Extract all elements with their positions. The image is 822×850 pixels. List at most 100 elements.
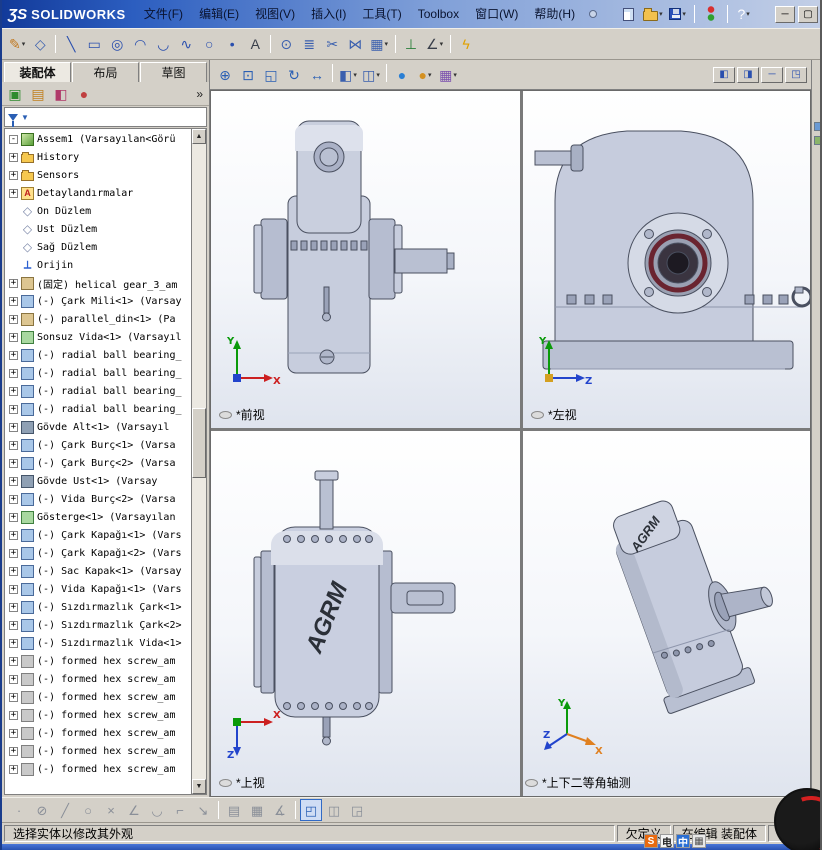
tree-item[interactable]: + (-) formed hex screw_am — [5, 670, 191, 688]
menu-item[interactable]: 视图(V) — [247, 0, 303, 28]
menu-pin-icon[interactable] — [589, 10, 598, 18]
tree-item[interactable]: + (-) Sac Kapak<1> (Varsay — [5, 562, 191, 580]
tree-item[interactable]: + (-) Vida Burç<2> (Varsa — [5, 490, 191, 508]
tree-item[interactable]: + (-) parallel_din<1> (Pa — [5, 310, 191, 328]
two-view-horizontal-button[interactable]: ◲ — [346, 799, 368, 821]
two-view-vertical-button[interactable]: ◫ — [323, 799, 345, 821]
zoom-to-area-icon[interactable]: ⊡ — [237, 64, 259, 86]
tree-item[interactable]: + (-) radial ball bearing_ — [5, 346, 191, 364]
scroll-thumb[interactable] — [192, 408, 206, 479]
expand-icon[interactable]: + — [9, 674, 18, 684]
expand-icon[interactable]: + — [9, 746, 18, 756]
expand-icon[interactable]: + — [9, 764, 18, 774]
menu-item[interactable]: 插入(I) — [303, 0, 354, 28]
tab-装配体[interactable]: 装配体 — [4, 62, 71, 82]
arc-icon[interactable]: ◡ — [146, 799, 168, 821]
tree-item[interactable]: + (-) Vida Kapağı<1> (Vars — [5, 580, 191, 598]
expand-icon[interactable]: + — [9, 692, 18, 702]
tree-item[interactable]: + (-) Çark Kapağı<1> (Vars — [5, 526, 191, 544]
tree-filter[interactable]: ▼ — [4, 107, 207, 127]
tree-item[interactable]: - Assem1 (Varsayılan<Görü — [5, 130, 191, 148]
centerpoint-arc-icon[interactable]: ◠ — [129, 33, 151, 55]
display-relations-icon[interactable]: ⊥ — [400, 33, 422, 55]
zoom-to-fit-icon[interactable]: ◱ — [260, 64, 282, 86]
tree-item[interactable]: + (-) formed hex screw_am — [5, 652, 191, 670]
tree-item[interactable]: + (-) Çark Burç<1> (Varsa — [5, 436, 191, 454]
expand-icon[interactable]: + — [9, 332, 18, 342]
tree-item[interactable]: + Gövde Üst<1> (Varsay — [5, 472, 191, 490]
view-orientation-icon[interactable]: ◧ ▾ — [337, 64, 359, 86]
ime-keyboard-icon[interactable]: ▦ — [692, 834, 706, 848]
expand-icon[interactable]: + — [9, 494, 18, 504]
tree-item[interactable]: + Sensors — [5, 166, 191, 184]
tree-item[interactable]: + (-) Sızdırmazlık Vida<1> — [5, 634, 191, 652]
erase-icon[interactable]: × — [100, 799, 122, 821]
configuration-manager-icon[interactable]: ◧ — [50, 83, 72, 105]
tree-item[interactable]: + (-) formed hex screw_am — [5, 688, 191, 706]
ruler-icon[interactable]: ▤ — [223, 799, 245, 821]
tree-item[interactable]: + (-) Sızdırmazlık Çark<1> — [5, 598, 191, 616]
expand-icon[interactable]: + — [9, 422, 18, 432]
tree-item[interactable]: +Orijin — [5, 256, 191, 274]
angle-icon[interactable]: ∠ — [123, 799, 145, 821]
viewport-isometric[interactable]: AGRM Y X Z *上下二等角轴测 — [523, 431, 810, 796]
scroll-down-button[interactable]: ▼ — [192, 779, 206, 794]
expand-icon[interactable]: + — [9, 548, 18, 558]
expand-icon[interactable]: + — [9, 152, 18, 162]
expand-icon[interactable]: + — [9, 602, 18, 612]
viewport-top[interactable]: AGRM X Z *上视 — [211, 431, 520, 796]
collapse-icon[interactable]: - — [9, 134, 18, 144]
ime-mode-icon[interactable]: 电 — [660, 834, 674, 849]
tree-item[interactable]: + (-) Çark Burç<2> (Varsa — [5, 454, 191, 472]
new-document-icon[interactable] — [617, 3, 639, 25]
expand-icon[interactable]: + — [9, 440, 18, 450]
tree-item[interactable]: + (-) Sızdırmazlık Çark<2> — [5, 616, 191, 634]
apply-scene-icon[interactable]: ● ▾ — [414, 64, 436, 86]
viewport-next-icon[interactable]: ◨ — [737, 66, 759, 83]
viewport-front[interactable]: Y X *前视 — [211, 91, 520, 428]
viewport-left[interactable]: Y Z *左视 — [523, 91, 810, 428]
expand-icon[interactable]: + — [9, 638, 18, 648]
tangent-arc-icon[interactable]: ◡ — [152, 33, 174, 55]
menu-item[interactable]: 工具(T) — [354, 0, 409, 28]
sketch-icon[interactable]: ✎ ▾ — [6, 33, 28, 55]
menu-item[interactable]: Toolbox — [410, 0, 467, 28]
tree-item[interactable]: + (-) radial ball bearing_ — [5, 400, 191, 418]
trim-entities-icon[interactable]: ✂ — [321, 33, 343, 55]
convert-entities-icon[interactable]: ⊙ — [275, 33, 297, 55]
scroll-up-button[interactable]: ▲ — [192, 129, 206, 144]
expand-icon[interactable]: + — [9, 188, 18, 198]
document-minimize-button[interactable]: ─ — [761, 66, 783, 83]
tab-草图[interactable]: 草图 — [140, 62, 207, 82]
expand-icon[interactable]: + — [9, 386, 18, 396]
text-icon[interactable]: A — [244, 33, 266, 55]
help-icon[interactable]: ? ▾ — [733, 3, 755, 25]
expand-icon[interactable]: + — [9, 458, 18, 468]
expand-icon[interactable]: + — [9, 296, 18, 306]
tree-item[interactable]: + Gövde Alt<1> (Varsayıl — [5, 418, 191, 436]
ellipse-icon[interactable]: ○ — [198, 33, 220, 55]
toolbox-indicator-icon[interactable] — [700, 3, 722, 25]
tree-item[interactable]: +Üst Düzlem — [5, 220, 191, 238]
feature-manager-tree-icon[interactable]: ▣ — [4, 83, 26, 105]
no-select-icon[interactable]: ⊘ — [31, 799, 53, 821]
property-manager-icon[interactable]: ▤ — [27, 83, 49, 105]
tree-item[interactable]: + (-) Çark Mili<1> (Varsay — [5, 292, 191, 310]
line-tool-icon[interactable]: ╱ — [54, 799, 76, 821]
view-settings-icon[interactable]: ▦ ▾ — [437, 64, 459, 86]
tree-item[interactable]: + (-) radial ball bearing_ — [5, 364, 191, 382]
pan-view-icon[interactable]: ↔ — [306, 64, 328, 86]
expand-icon[interactable]: + — [9, 620, 18, 630]
grid-icon[interactable]: ▦ — [246, 799, 268, 821]
pointer-icon[interactable]: · — [8, 799, 30, 821]
expand-icon[interactable]: + — [9, 404, 18, 414]
rotate-view-icon[interactable]: ↻ — [283, 64, 305, 86]
edit-appearance-icon[interactable]: ● — [391, 64, 413, 86]
expand-icon[interactable]: + — [9, 278, 18, 288]
spline-icon[interactable]: ∿ — [175, 33, 197, 55]
expand-icon[interactable]: + — [9, 710, 18, 720]
four-view-button[interactable]: ◰ — [300, 799, 322, 821]
expand-icon[interactable]: + — [9, 656, 18, 666]
viewport-divider-vertical[interactable] — [520, 91, 523, 796]
sogou-icon[interactable]: S — [644, 834, 658, 848]
